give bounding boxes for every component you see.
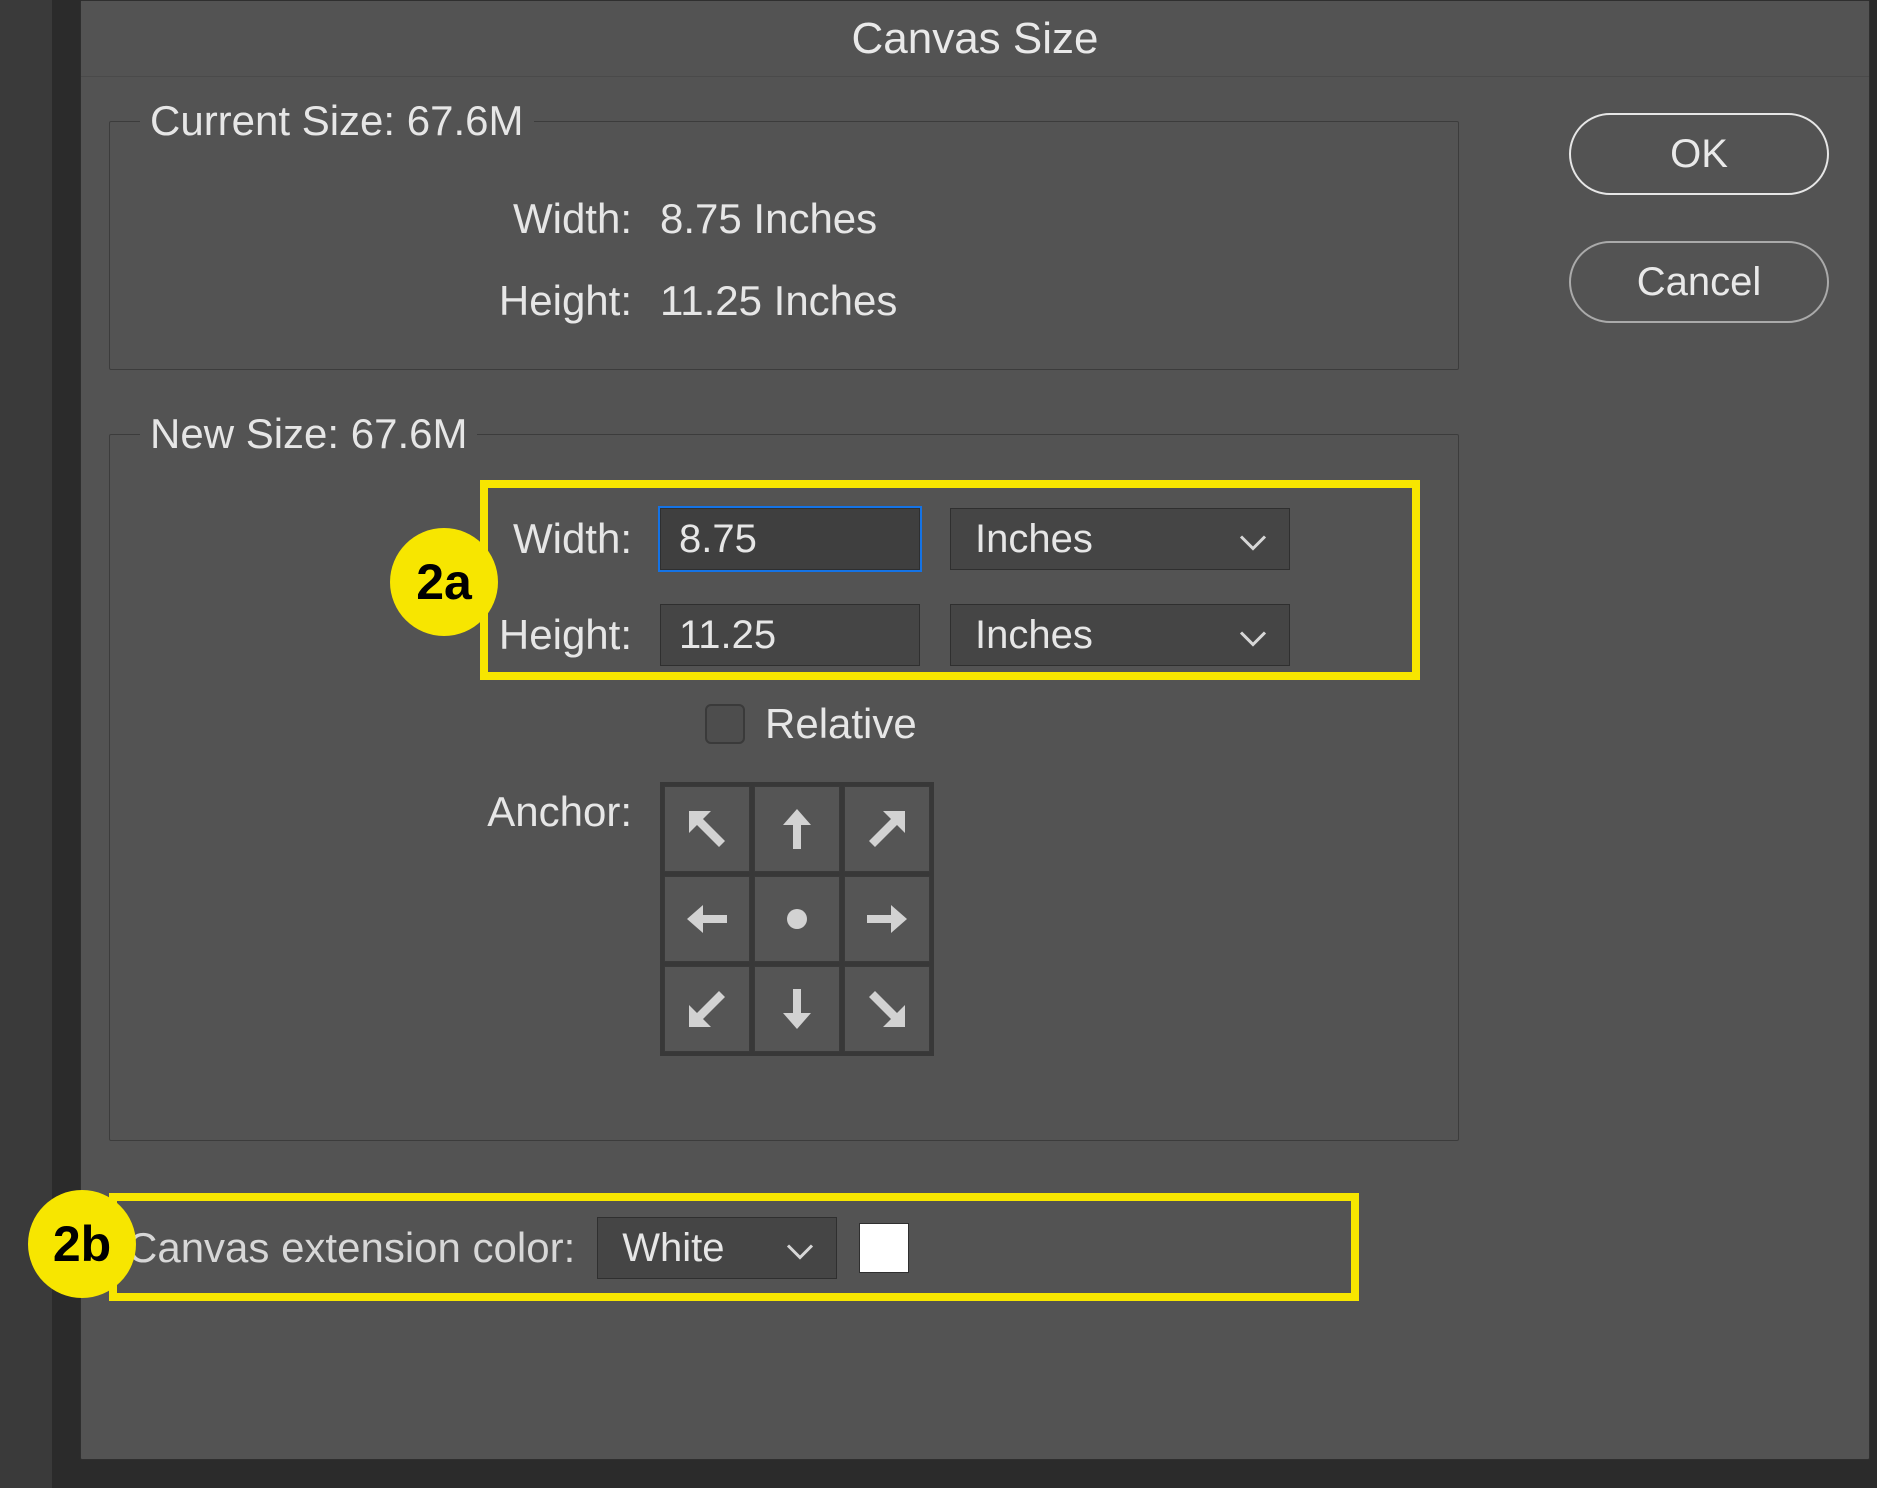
new-width-input[interactable] bbox=[660, 508, 920, 570]
anchor-row: Anchor: bbox=[140, 782, 1428, 1056]
canvas-extension-swatch[interactable] bbox=[859, 1223, 909, 1273]
current-width-label: Width: bbox=[140, 195, 660, 243]
anchor-w[interactable] bbox=[664, 876, 750, 962]
current-width-value: 8.75 Inches bbox=[660, 195, 877, 243]
new-width-unit-select[interactable]: Inches bbox=[950, 508, 1290, 570]
dialog-side-column: OK Cancel bbox=[1569, 113, 1829, 323]
new-height-unit-value: Inches bbox=[975, 613, 1093, 658]
chevron-down-icon bbox=[1239, 613, 1267, 658]
cancel-button[interactable]: Cancel bbox=[1569, 241, 1829, 323]
anchor-se[interactable] bbox=[844, 966, 930, 1052]
new-height-unit-select[interactable]: Inches bbox=[950, 604, 1290, 666]
callout-badge-2b: 2b bbox=[28, 1190, 136, 1298]
anchor-center[interactable] bbox=[754, 876, 840, 962]
anchor-grid bbox=[660, 782, 934, 1056]
dialog-title: Canvas Size bbox=[851, 14, 1098, 64]
relative-label: Relative bbox=[765, 700, 917, 748]
anchor-sw[interactable] bbox=[664, 966, 750, 1052]
current-height-value: 11.25 Inches bbox=[660, 277, 897, 325]
new-size-legend: New Size: 67.6M bbox=[140, 410, 477, 458]
new-size-group: New Size: 67.6M 2a Width: Inches Height: bbox=[109, 410, 1459, 1141]
anchor-n[interactable] bbox=[754, 786, 840, 872]
current-width-row: Width: 8.75 Inches bbox=[140, 195, 1428, 243]
anchor-label: Anchor: bbox=[140, 782, 660, 836]
canvas-extension-value: White bbox=[622, 1226, 724, 1271]
canvas-extension-row: Canvas extension color: White bbox=[109, 1207, 1409, 1289]
relative-checkbox[interactable] bbox=[705, 704, 745, 744]
new-height-label: Height: bbox=[140, 611, 660, 659]
anchor-e[interactable] bbox=[844, 876, 930, 962]
current-size-legend: Current Size: 67.6M bbox=[140, 97, 534, 145]
dialog-content: Current Size: 67.6M Width: 8.75 Inches H… bbox=[81, 77, 1869, 1459]
chevron-down-icon bbox=[1239, 517, 1267, 562]
dialog-main-column: Current Size: 67.6M Width: 8.75 Inches H… bbox=[109, 97, 1459, 1181]
new-height-row: Height: Inches bbox=[140, 604, 1428, 666]
anchor-ne[interactable] bbox=[844, 786, 930, 872]
dialog-titlebar: Canvas Size bbox=[81, 1, 1869, 77]
new-width-unit-value: Inches bbox=[975, 517, 1093, 562]
ok-button[interactable]: OK bbox=[1569, 113, 1829, 195]
chevron-down-icon bbox=[786, 1226, 814, 1271]
canvas-extension-select[interactable]: White bbox=[597, 1217, 837, 1279]
new-height-input[interactable] bbox=[660, 604, 920, 666]
canvas-extension-label: Canvas extension color: bbox=[127, 1224, 575, 1272]
new-width-row: Width: Inches bbox=[140, 508, 1428, 570]
anchor-nw[interactable] bbox=[664, 786, 750, 872]
callout-badge-2a: 2a bbox=[390, 528, 498, 636]
relative-row: Relative bbox=[705, 700, 1428, 748]
canvas-size-dialog: Canvas Size Current Size: 67.6M Width: 8… bbox=[80, 0, 1870, 1460]
anchor-s[interactable] bbox=[754, 966, 840, 1052]
current-size-group: Current Size: 67.6M Width: 8.75 Inches H… bbox=[109, 97, 1459, 370]
current-height-row: Height: 11.25 Inches bbox=[140, 277, 1428, 325]
current-height-label: Height: bbox=[140, 277, 660, 325]
